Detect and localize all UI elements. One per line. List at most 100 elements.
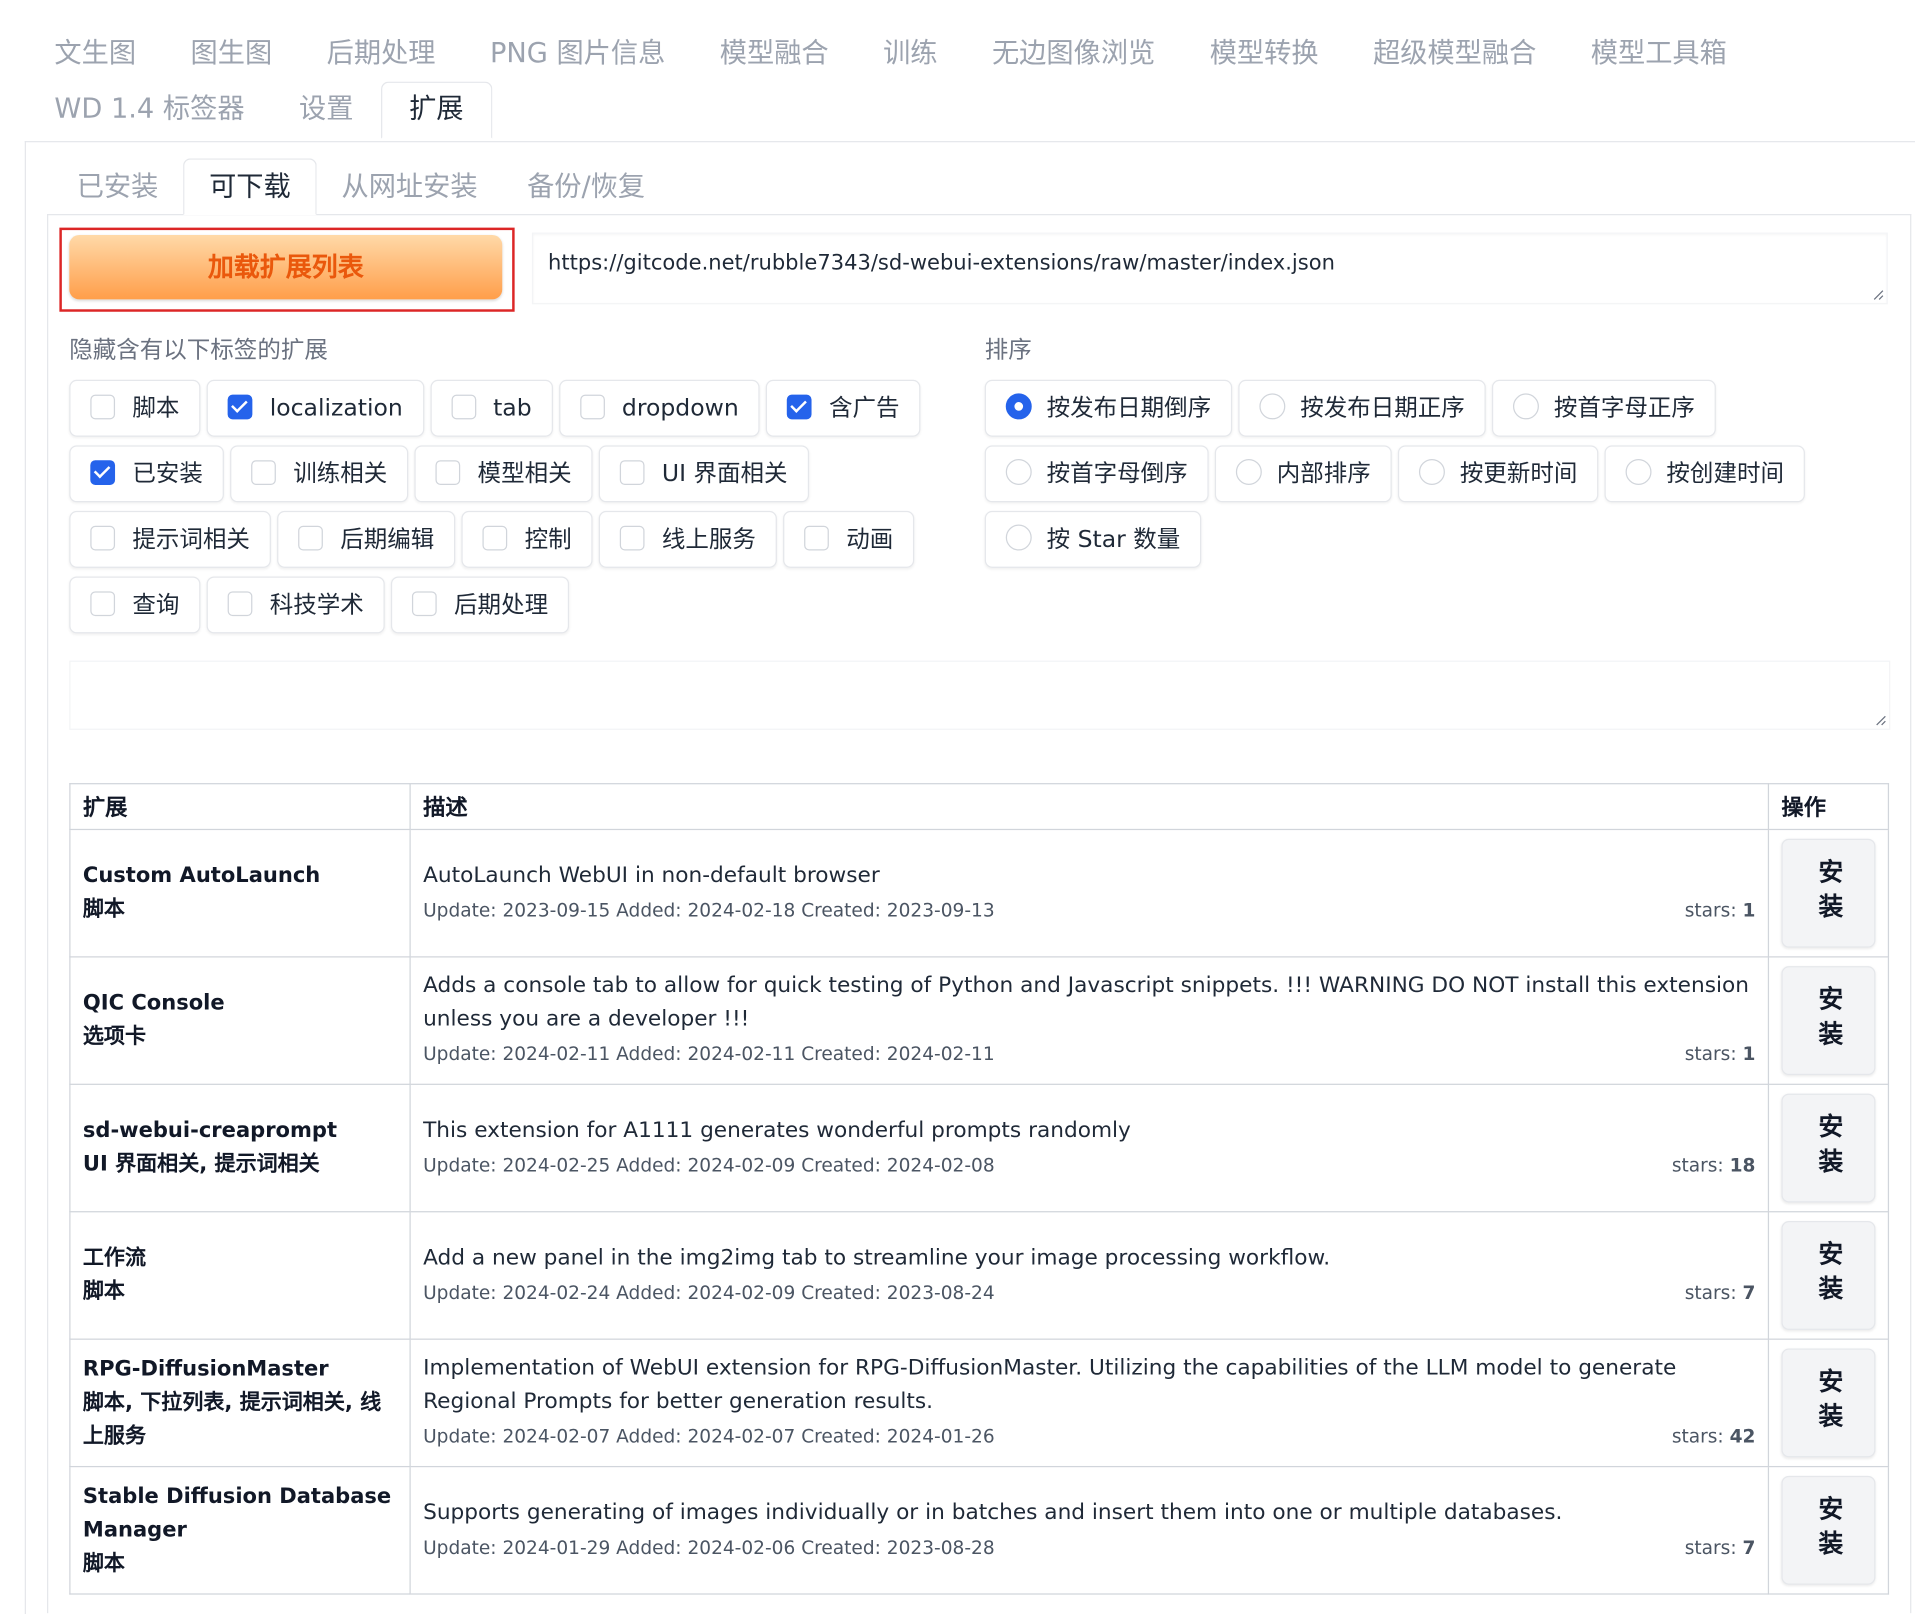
main-tab[interactable]: 超级模型融合 — [1346, 27, 1564, 81]
table-header-row: 扩展 描述 操作 — [69, 783, 1890, 831]
sort-option-radio[interactable]: 内部排序 — [1214, 445, 1392, 503]
radio-icon[interactable] — [1418, 458, 1445, 485]
radio-row: 按首字母倒序 内部排序 按更新时间 按创建时间 — [984, 445, 1811, 503]
main-tab[interactable]: 设置 — [272, 83, 381, 137]
tag-filter-checkbox[interactable]: 已安装 — [69, 445, 224, 503]
install-button[interactable]: 安装 — [1781, 966, 1876, 1076]
resize-handle-icon[interactable] — [1872, 288, 1884, 300]
sort-option-radio[interactable]: 按 Star 数量 — [984, 510, 1202, 568]
sort-option-radio[interactable]: 按首字母倒序 — [984, 445, 1209, 503]
main-tab[interactable]: 模型工具箱 — [1564, 27, 1755, 81]
tag-filter-checkbox[interactable]: 动画 — [783, 510, 915, 568]
tag-filter-checkbox[interactable]: tab — [429, 379, 553, 437]
checkbox-icon[interactable] — [451, 394, 476, 419]
index-url-input[interactable]: https://gitcode.net/rubble7343/sd-webui-… — [531, 232, 1888, 305]
info-textbox[interactable] — [69, 660, 1891, 730]
install-button[interactable]: 安装 — [1781, 1348, 1876, 1458]
resize-handle-icon[interactable] — [1874, 714, 1886, 726]
tag-filter-checkbox[interactable]: 脚本 — [69, 379, 201, 437]
action-cell: 安装 — [1767, 1211, 1890, 1340]
sort-option-radio[interactable]: 按发布日期倒序 — [984, 379, 1233, 437]
table-row: Stable Diffusion Database Manager 脚本 Suppo… — [69, 1465, 1890, 1595]
main-tab[interactable]: 文生图 — [27, 27, 163, 81]
table-row: RPG-DiffusionMaster 脚本, 下拉列表, 提示词相关, 线上服务… — [69, 1338, 1890, 1468]
tag-filter-checkbox[interactable]: 查询 — [69, 576, 201, 634]
checkbox-icon[interactable] — [90, 394, 116, 419]
extension-cell: QIC Console 选项卡 — [69, 956, 411, 1085]
radio-icon[interactable] — [1235, 458, 1262, 485]
install-button[interactable]: 安装 — [1781, 1221, 1876, 1330]
date-info: Update: 2024-02-11 Added: 2024-02-11 Cre… — [423, 1042, 995, 1066]
main-tab[interactable]: PNG 图片信息 — [463, 27, 693, 81]
checkbox-icon[interactable] — [298, 525, 323, 550]
date-info: Update: 2024-02-25 Added: 2024-02-09 Cre… — [423, 1153, 995, 1176]
sort-option-radio[interactable]: 按创建时间 — [1604, 445, 1806, 503]
install-button[interactable]: 安装 — [1781, 1475, 1876, 1585]
checkbox-icon[interactable] — [619, 459, 645, 485]
tag-filter-label: 已安装 — [132, 460, 203, 488]
radio-selected-icon[interactable] — [1005, 393, 1032, 420]
checkbox-icon[interactable] — [90, 525, 116, 550]
checkbox-icon[interactable] — [804, 525, 829, 550]
extension-cell: Stable Diffusion Database Manager 脚本 — [69, 1465, 411, 1595]
main-tab[interactable]: 训练 — [856, 27, 965, 81]
tag-filter-checkbox[interactable]: 提示词相关 — [69, 510, 271, 568]
checkbox-icon[interactable] — [619, 525, 645, 550]
radio-icon[interactable] — [1513, 393, 1539, 420]
main-tab[interactable]: WD 1.4 标签器 — [27, 83, 272, 137]
sort-option-label: 按 Star 数量 — [1046, 525, 1181, 553]
install-button[interactable]: 安装 — [1781, 838, 1876, 948]
sort-option-radio[interactable]: 按更新时间 — [1397, 445, 1599, 503]
checkbox-icon[interactable] — [435, 459, 461, 485]
extension-description: Supports generating of images individual… — [423, 1499, 1563, 1525]
main-tab[interactable]: 图生图 — [163, 27, 299, 81]
tag-filter-checkbox[interactable]: 含广告 — [765, 379, 921, 437]
checkbox-row: 查询 科技学术 后期处理 — [69, 576, 575, 634]
sub-tab[interactable]: 从网址安装 — [317, 160, 503, 214]
tag-filter-checkbox[interactable]: UI 界面相关 — [598, 445, 809, 503]
tag-filter-checkbox[interactable]: 线上服务 — [598, 510, 777, 568]
extension-dates: Update: 2024-01-29 Added: 2024-02-06 Cre… — [423, 1530, 1755, 1565]
tag-filter-checkbox[interactable]: 控制 — [461, 510, 593, 568]
main-tab[interactable]: 后期处理 — [299, 27, 462, 81]
main-tab[interactable]: 无边图像浏览 — [965, 27, 1183, 81]
install-button[interactable]: 安装 — [1781, 1093, 1876, 1203]
sort-option-radio[interactable]: 按首字母正序 — [1491, 379, 1716, 437]
table-row: QIC Console 选项卡 Adds a console tab to allo… — [69, 956, 1890, 1085]
sort-option-label: 按发布日期倒序 — [1046, 394, 1212, 422]
checkbox-checked-icon[interactable] — [786, 394, 812, 419]
stars-count: stars: 7 — [1685, 1275, 1756, 1310]
sub-tab[interactable]: 已安装 — [52, 160, 183, 214]
radio-icon[interactable] — [1625, 458, 1652, 485]
stars-label: stars: — [1684, 1535, 1737, 1559]
checkbox-icon[interactable] — [90, 590, 116, 616]
checkbox-icon[interactable] — [251, 459, 276, 485]
checkbox-checked-icon[interactable] — [90, 459, 116, 485]
radio-icon[interactable] — [1005, 524, 1032, 551]
extension-tags: 脚本 — [82, 896, 125, 922]
sub-tab[interactable]: 备份/恢复 — [502, 160, 670, 214]
tag-filter-checkbox[interactable]: dropdown — [558, 379, 760, 437]
tag-filter-checkbox[interactable]: 科技学术 — [206, 576, 385, 634]
checkbox-icon[interactable] — [227, 590, 253, 616]
sort-option-radio[interactable]: 按发布日期正序 — [1238, 379, 1486, 437]
tag-filter-checkbox[interactable]: 模型相关 — [414, 445, 593, 503]
checkbox-icon[interactable] — [482, 525, 508, 550]
sub-tab[interactable]: 可下载 — [183, 158, 317, 216]
tag-filter-checkbox[interactable]: 后期处理 — [390, 576, 570, 634]
checkbox-icon[interactable] — [411, 590, 437, 616]
main-tab[interactable]: 模型转换 — [1182, 27, 1345, 81]
tag-filter-label: 后期处理 — [454, 591, 549, 619]
tag-filter-checkbox[interactable]: 后期编辑 — [277, 510, 456, 568]
tag-filter-checkbox[interactable]: localization — [206, 379, 424, 437]
checkbox-checked-icon[interactable] — [227, 394, 253, 419]
extension-description: This extension for A1111 generates wonde… — [423, 1117, 1131, 1143]
radio-icon[interactable] — [1005, 458, 1032, 485]
tag-filter-checkbox[interactable]: 训练相关 — [230, 445, 409, 503]
radio-icon[interactable] — [1259, 393, 1286, 420]
main-tab[interactable]: 模型融合 — [693, 27, 856, 81]
checkbox-icon[interactable] — [579, 394, 605, 419]
main-tab[interactable]: 扩展 — [380, 81, 492, 139]
load-extension-list-button[interactable]: 加载扩展列表 — [69, 235, 503, 300]
radio-row: 按 Star 数量 — [984, 510, 1208, 568]
